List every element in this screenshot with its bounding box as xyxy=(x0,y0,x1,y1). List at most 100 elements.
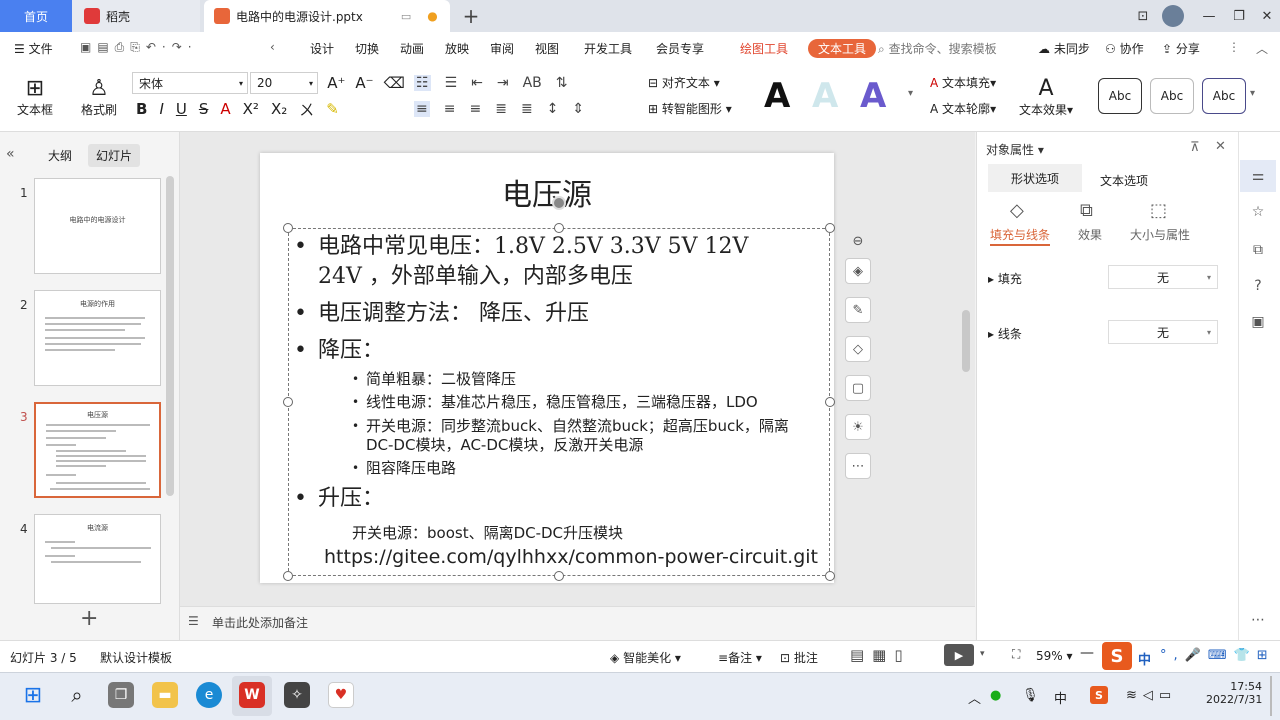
shape-style-more-icon[interactable]: ▾ xyxy=(1250,88,1255,99)
taskbar-search-icon[interactable]: ⌕ xyxy=(64,682,90,708)
image-icon[interactable]: ▣ xyxy=(1248,312,1268,332)
menu-member[interactable]: 会员专享 xyxy=(656,40,704,57)
phonetic-icon[interactable]: ㄨ xyxy=(299,99,314,120)
line-select[interactable]: 无 ▾ xyxy=(1108,320,1218,344)
panel-close-icon[interactable]: ✕ xyxy=(1215,139,1226,154)
windows-start-icon[interactable]: ⊞ xyxy=(20,682,46,708)
wps-app-icon[interactable]: W xyxy=(239,682,265,708)
bulb-icon[interactable]: ☀ xyxy=(845,414,871,440)
tab-document[interactable]: 电路中的电源设计.pptx ▭ ● xyxy=(204,0,450,32)
quick-access-icons[interactable]: ▣▤⎙⎘↶·↷· xyxy=(80,40,198,55)
collapse-panel-icon[interactable]: « xyxy=(6,146,15,162)
shape-style-1[interactable]: Abc xyxy=(1098,78,1142,114)
zoom-level[interactable]: 59% ▾ xyxy=(1036,649,1073,663)
menu-file[interactable]: ☰ 文件 xyxy=(14,40,53,57)
ime-mode[interactable]: 中 xyxy=(1138,649,1151,668)
outline-tab[interactable]: 大纲 xyxy=(48,147,72,164)
more-tools-icon[interactable]: ⋯ xyxy=(845,453,871,479)
slide-thumbnail-1[interactable]: 电路中的电源设计 xyxy=(34,178,161,274)
tray-expand-icon[interactable]: ︿ xyxy=(968,688,981,707)
sogou-ime-icon[interactable]: S xyxy=(1102,642,1132,670)
pen-icon[interactable]: ✎ xyxy=(845,297,871,323)
zoom-out-icon[interactable]: — xyxy=(1080,645,1094,661)
line-spacing-icon[interactable]: ↕ xyxy=(547,101,559,117)
frame-icon[interactable]: ▢ xyxy=(845,375,871,401)
menu-drawing-tools[interactable]: 绘图工具 xyxy=(740,40,788,57)
subscript-icon[interactable]: X₂ xyxy=(271,100,287,118)
subtab-fill-line[interactable]: 填充与线条 xyxy=(990,226,1050,243)
view-mode-icons[interactable]: ▤▦▯ xyxy=(850,646,911,664)
text-effect-button[interactable]: A 文本效果▾ xyxy=(1014,72,1078,122)
properties-icon[interactable]: ⚌ xyxy=(1248,166,1268,186)
format-brush-button[interactable]: ♙ 格式刷 xyxy=(74,72,124,122)
resize-handle[interactable] xyxy=(283,223,293,233)
resize-handle[interactable] xyxy=(825,571,835,581)
share-button[interactable]: ⇪ 分享 xyxy=(1162,40,1200,57)
play-dropdown-icon[interactable]: ▾ xyxy=(980,649,985,659)
collab-button[interactable]: ⚇ 协作 xyxy=(1105,40,1144,57)
text-style-preset-black[interactable]: A xyxy=(764,76,790,116)
superscript-icon[interactable]: X² xyxy=(243,100,259,118)
scroll-left-icon[interactable]: ‹ xyxy=(270,40,275,54)
resize-handle[interactable] xyxy=(825,397,835,407)
resize-handle[interactable] xyxy=(554,571,564,581)
indent-increase-icon[interactable]: ⇥ xyxy=(497,75,509,91)
clear-format-icon[interactable]: ⌫ xyxy=(384,74,405,92)
add-slide-button[interactable]: + xyxy=(80,606,98,631)
resize-handle[interactable] xyxy=(283,397,293,407)
rotate-handle-icon[interactable] xyxy=(552,196,566,210)
subtab-size[interactable]: 大小与属性 xyxy=(1130,226,1190,243)
menu-view[interactable]: 视图 xyxy=(535,40,559,57)
font-name-select[interactable]: 宋体 ▾ xyxy=(132,72,248,94)
strike-icon[interactable]: S xyxy=(199,100,209,118)
align-right-icon[interactable]: ≡ xyxy=(469,101,481,117)
tab-shape-options[interactable]: 形状选项 xyxy=(988,164,1082,192)
resize-handle[interactable] xyxy=(283,571,293,581)
fit-window-icon[interactable]: ⛶ xyxy=(1012,647,1020,662)
fill-select[interactable]: 无 ▾ xyxy=(1108,265,1218,289)
taskbar-app-heart-icon[interactable]: ♥ xyxy=(328,682,354,708)
more-icon[interactable]: ⋮ xyxy=(1228,40,1240,54)
align-text-button[interactable]: ⊟ 对齐文本 ▾ xyxy=(648,74,720,91)
highlight-icon[interactable]: ✎ xyxy=(326,100,339,118)
menu-slideshow[interactable]: 放映 xyxy=(445,40,469,57)
shape-style-2[interactable]: Abc xyxy=(1150,78,1194,114)
comment-button[interactable]: ⊡ 批注 xyxy=(780,649,818,666)
tab-screen-icon[interactable]: ▭ xyxy=(401,10,411,23)
search-command[interactable]: ⌕ 查找命令、搜索模板 xyxy=(878,40,997,57)
text-outline-button[interactable]: A 文本轮廓 ▾ xyxy=(930,100,996,117)
copy-icon[interactable]: ⧉ xyxy=(1248,240,1268,260)
para-spacing-icon[interactable]: ⇕ xyxy=(572,101,584,117)
task-view-icon[interactable]: ❐ xyxy=(108,682,134,708)
pin-icon[interactable]: ⊼ xyxy=(1190,140,1200,155)
collapse-float-icon[interactable]: ⊖ xyxy=(845,228,871,254)
edge-browser-icon[interactable]: e xyxy=(196,682,222,708)
bold-icon[interactable]: B xyxy=(136,100,147,118)
distribute-icon[interactable]: ≣ xyxy=(521,101,533,117)
smart-beautify-button[interactable]: ◈ 智能美化 ▾ xyxy=(610,649,681,666)
sync-button[interactable]: ☁ 未同步 xyxy=(1038,40,1090,57)
sidebar-more-icon[interactable]: ⋯ xyxy=(1248,610,1268,630)
fill-section[interactable]: ▸ 填充 xyxy=(988,270,1022,287)
fill-bucket-icon[interactable]: ◇ xyxy=(845,336,871,362)
tab-text-options[interactable]: 文本选项 xyxy=(1100,172,1148,189)
italic-icon[interactable]: I xyxy=(159,100,163,118)
slides-tab[interactable]: 幻灯片 xyxy=(88,144,141,167)
layout-icon[interactable]: ⊡ xyxy=(1128,0,1158,32)
show-desktop-button[interactable] xyxy=(1270,676,1272,716)
justify-icon[interactable]: ≣ xyxy=(495,101,507,117)
thumbnails-scrollbar[interactable] xyxy=(166,176,174,496)
shrink-font-icon[interactable]: A⁻ xyxy=(355,74,373,92)
bullet-list-icon[interactable]: ☷ xyxy=(414,75,431,91)
menu-devtools[interactable]: 开发工具 xyxy=(584,40,632,57)
ime-toolbar-icons[interactable]: °,🎤⌨👕⊞ xyxy=(1160,648,1275,663)
tab-home[interactable]: 首页 xyxy=(0,0,72,32)
taskbar-ime[interactable]: 中 xyxy=(1054,688,1067,707)
wechat-icon[interactable]: ● xyxy=(990,688,1001,703)
mic-icon[interactable]: 🎙 xyxy=(1022,688,1039,703)
resize-handle[interactable] xyxy=(825,223,835,233)
play-icon[interactable]: ▶ xyxy=(944,644,974,666)
close-icon[interactable]: ✕ xyxy=(1252,0,1280,32)
network-volume-battery-icons[interactable]: ≋◁▭ xyxy=(1126,688,1177,703)
menu-text-tools[interactable]: 文本工具 xyxy=(808,39,877,58)
